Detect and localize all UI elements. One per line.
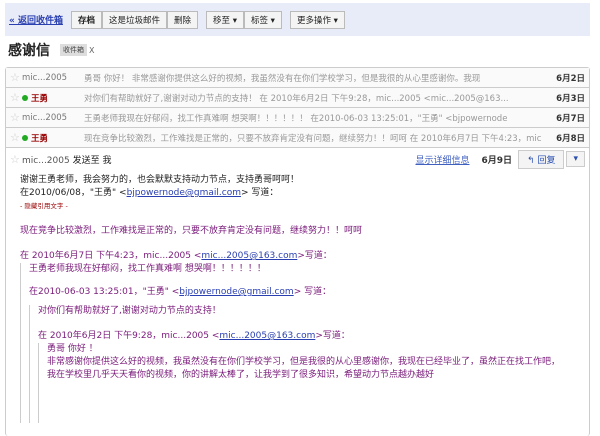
text: >写道： <box>297 251 332 261</box>
text: 在 2010年6月7日 下午4:23，mic...2005 < <box>20 251 202 261</box>
email-link[interactable]: bjpowernode@gmail.com <box>179 287 293 297</box>
report-spam-button[interactable]: 这是垃圾邮件 <box>101 10 167 29</box>
more-options-button[interactable]: ▾ <box>566 151 585 167</box>
body-line: 现在竞争比较激烈，工作难找是正常的，只要不放弃肯定没有问题，继续努力！！呵呵 <box>20 226 363 236</box>
remove-label-button[interactable]: X <box>89 46 94 55</box>
online-status-icon <box>22 94 28 101</box>
recipient: 发送至 我 <box>72 155 112 166</box>
quote-attribution: 在 2010年6月7日 下午4:23，mic...2005 <mic...200… <box>20 250 575 263</box>
quote-attribution: 在2010/06/08，"王勇" <bjpowernode@gmail.com>… <box>20 187 575 200</box>
date: 6月7日 <box>556 113 585 124</box>
body-line: 谢谢王勇老师，我会努力的，也会默默支持动力节点，支持勇哥呵呵！ <box>20 175 300 185</box>
move-to-button[interactable]: 移至 ▾ <box>206 10 244 29</box>
sender: mic...2005 <box>22 155 70 166</box>
email-link[interactable]: mic...2005@163.com <box>219 331 315 341</box>
quoted-block: 王勇老师我现在好郁闷，找工作真难啊 想哭啊！！！！！！ 在2010-06-03 … <box>20 263 575 423</box>
snippet: 勇哥 你好！ 非常感谢你提供这么好的视频，我虽然没有在你们学校学习，但是我很的从… <box>84 73 481 84</box>
body-line: 王勇老师我现在好郁闷，找工作真难啊 想哭啊！！！！！！ <box>29 264 266 274</box>
message-body: 谢谢王勇老师，我会努力的，也会默默支持动力节点，支持勇哥呵呵！ 在2010/06… <box>6 170 589 427</box>
snippet: 对你们有帮助就好了,谢谢对动力节点的支持！ 在 2010年6月2日 下午9:28… <box>84 93 509 104</box>
star-icon[interactable]: ☆ <box>10 131 22 144</box>
star-icon[interactable]: ☆ <box>10 111 22 124</box>
date: 6月9日 <box>481 155 513 166</box>
email-link[interactable]: bjpowernode@gmail.com <box>127 188 241 198</box>
snippet: 现在竞争比较激烈，工作难找是正常的，只要不放弃肯定没有问题，继续努力！！呵呵 在… <box>84 133 542 144</box>
date: 6月2日 <box>556 73 585 84</box>
toolbar: « 返回收件箱 存档 这是垃圾邮件 删除 移至 ▾ 标签 ▾ 更多操作 ▾ <box>5 3 590 36</box>
show-details-link[interactable]: 显示详细信息 <box>415 153 469 166</box>
sender: mic...2005 <box>22 112 68 123</box>
back-to-inbox-link[interactable]: « 返回收件箱 <box>9 13 63 26</box>
reply-label: 回复 <box>537 155 556 166</box>
star-icon[interactable]: ☆ <box>10 91 22 104</box>
text: 在2010/06/08，"王勇" < <box>20 188 127 198</box>
quoted-block: 勇哥 你好 ！ 非常感谢你提供这么好的视频，我虽然没有在你们学校学习，但是我很的… <box>38 343 575 423</box>
sender: 王勇 <box>31 133 49 144</box>
message-row[interactable]: ☆ 王勇 现在竞争比较激烈，工作难找是正常的，只要不放弃肯定没有问题，继续努力！！呵… <box>6 128 589 148</box>
online-status-icon <box>22 134 28 141</box>
text: > 写道： <box>240 188 279 198</box>
more-actions-button[interactable]: 更多操作 ▾ <box>289 10 345 29</box>
star-icon[interactable]: ☆ <box>10 153 22 166</box>
sender: 王勇 <box>31 93 49 104</box>
star-icon[interactable]: ☆ <box>10 71 22 84</box>
hide-quoted-text-link[interactable]: - 隐藏引用文字 - <box>20 200 575 213</box>
message-row[interactable]: ☆ mic...2005 王勇老师我现在好郁闷，找工作真难啊 想哭啊！！！！！！ 在… <box>6 108 589 128</box>
quote-attribution: 在2010-06-03 13:25:01，"王勇" <bjpowernode@g… <box>29 286 575 299</box>
conversation: ☆ mic...2005 勇哥 你好！ 非常感谢你提供这么好的视频，我虽然没有在你们… <box>5 67 590 436</box>
message-row[interactable]: ☆ mic...2005 勇哥 你好！ 非常感谢你提供这么好的视频，我虽然没有在你们… <box>6 68 589 88</box>
subject-title: 感谢信 <box>8 43 50 59</box>
inbox-label[interactable]: 收件箱 <box>60 44 87 56</box>
date: 6月8日 <box>556 133 585 144</box>
body-line: 我在学校里几乎天天看你的视频，你的讲解太棒了，让我学到了很多知识，希望动力节点越… <box>47 370 435 380</box>
body-line: 对你们有帮助就好了,谢谢对动力节点的支持！ <box>38 306 221 316</box>
reply-icon: ↰ <box>527 155 535 166</box>
body-line: 勇哥 你好 ！ <box>47 344 98 354</box>
subject-header: 感谢信 收件箱 X <box>8 40 94 60</box>
quote-attribution: 在 2010年6月2日 下午9:28，mic...2005 <mic...200… <box>38 330 575 343</box>
message-row[interactable]: ☆ 王勇 对你们有帮助就好了,谢谢对动力节点的支持！ 在 2010年6月2日 下午9… <box>6 88 589 108</box>
body-line: 非常感谢你提供这么好的视频，我虽然没有在你们学校学习，但是我很的从心里感谢你，我… <box>47 357 561 367</box>
open-message-header: ☆ mic...2005 发送至 我 显示详细信息 6月9日 ↰ 回复 ▾ <box>6 148 589 170</box>
sender: mic...2005 <box>22 72 68 83</box>
archive-button[interactable]: 存档 <box>70 10 102 29</box>
text: 在2010-06-03 13:25:01，"王勇" < <box>29 287 180 297</box>
text: 在 2010年6月2日 下午9:28，mic...2005 < <box>38 331 220 341</box>
reply-button[interactable]: ↰ 回复 <box>518 149 565 169</box>
labels-button[interactable]: 标签 ▾ <box>243 10 282 29</box>
snippet: 王勇老师我现在好郁闷，找工作真难啊 想哭啊！！！！！！ 在2010-06-03 … <box>84 113 508 124</box>
text: > 写道： <box>293 287 332 297</box>
quoted-block: 对你们有帮助就好了,谢谢对动力节点的支持！ 在 2010年6月2日 下午9:28… <box>29 305 575 423</box>
delete-button[interactable]: 删除 <box>166 10 198 29</box>
email-link[interactable]: mic...2005@163.com <box>201 251 297 261</box>
date: 6月3日 <box>556 93 585 104</box>
text: >写道： <box>315 331 350 341</box>
